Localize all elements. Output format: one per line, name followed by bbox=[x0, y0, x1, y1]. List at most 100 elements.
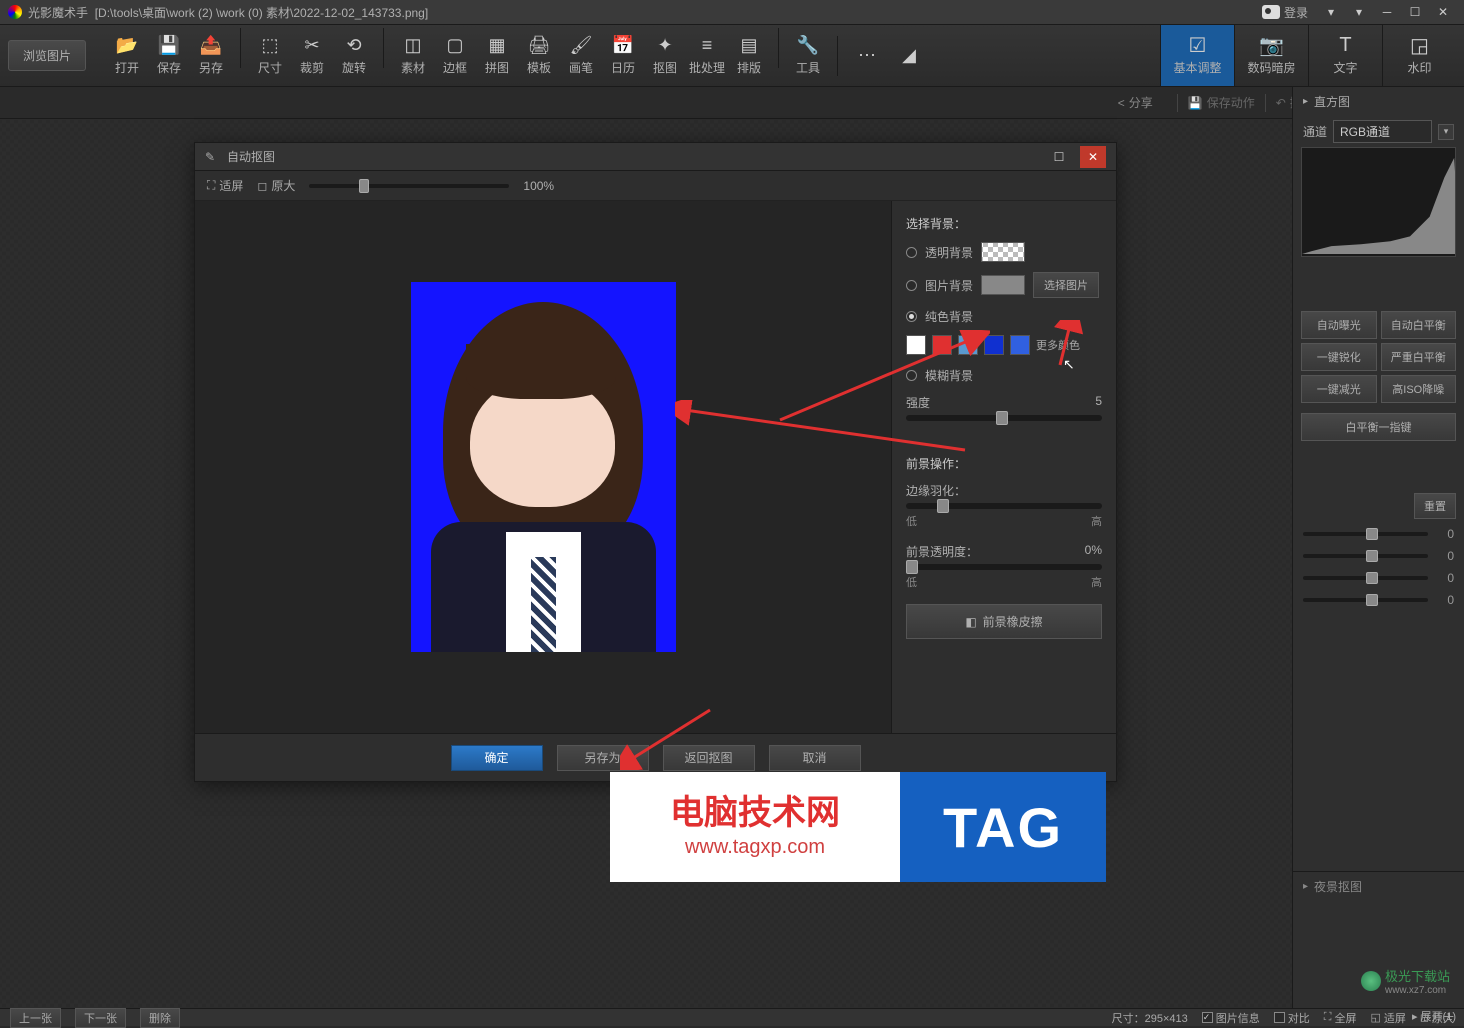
radio-icon bbox=[906, 311, 917, 322]
auto-btn[interactable]: 一键锐化 bbox=[1301, 343, 1377, 371]
channel-select[interactable]: RGB通道 bbox=[1333, 120, 1432, 143]
auto-cutout-dialog: ✎ 自动抠图 ☐ ✕ ⛶适屏 ◻原大 100% 选择背景： 透明背景 bbox=[194, 142, 1117, 782]
tab-darkroom[interactable]: 📷数码暗房 bbox=[1234, 25, 1308, 86]
dialog-side-panel: 选择背景： 透明背景 图片背景 选择图片 纯色背景 更多颜色 模糊背景 bbox=[891, 201, 1116, 733]
back-button[interactable]: 返回抠图 bbox=[663, 745, 755, 771]
tool-collage[interactable]: ▦拼图 bbox=[476, 28, 518, 84]
tab-text[interactable]: T文字 bbox=[1308, 25, 1382, 86]
zoom-slider[interactable] bbox=[309, 184, 509, 188]
tool-batch[interactable]: ≡批处理 bbox=[686, 28, 728, 84]
color-swatch[interactable] bbox=[958, 335, 978, 355]
ok-button[interactable]: 确定 bbox=[451, 745, 543, 771]
calendar-icon: 📅 bbox=[613, 35, 633, 55]
compare-toggle[interactable]: 对比 bbox=[1274, 1010, 1310, 1026]
feather-slider[interactable] bbox=[906, 503, 1102, 509]
auto-btn[interactable]: 自动曝光 bbox=[1301, 311, 1377, 339]
fit-screen-button[interactable]: ⛶适屏 bbox=[207, 177, 243, 194]
adjustment-slider[interactable]: 0 bbox=[1293, 567, 1464, 589]
rotate-icon: ⟲ bbox=[344, 35, 364, 55]
corner-watermark: 极光下载站 www.xz7.com bbox=[1361, 966, 1450, 996]
cancel-button[interactable]: 取消 bbox=[769, 745, 861, 771]
accordion-night[interactable]: 夜景抠图 bbox=[1293, 871, 1464, 901]
tool-cutout[interactable]: ✦抠图 bbox=[644, 28, 686, 84]
dialog-titlebar[interactable]: ✎ 自动抠图 ☐ ✕ bbox=[195, 143, 1116, 171]
adjustment-slider[interactable]: 0 bbox=[1293, 523, 1464, 545]
bg-transparent-option[interactable]: 透明背景 bbox=[906, 242, 1102, 262]
histogram bbox=[1301, 147, 1456, 257]
tab-adjust[interactable]: ☑基本调整 bbox=[1160, 25, 1234, 86]
crop-icon: ✂ bbox=[302, 35, 322, 55]
cutout-icon: ✦ bbox=[655, 35, 675, 55]
dropdown-button[interactable]: ▾ bbox=[1346, 1, 1372, 23]
color-swatch[interactable] bbox=[984, 335, 1004, 355]
tool-tools[interactable]: 🔧工具 bbox=[787, 28, 829, 84]
tool-assets[interactable]: ◫素材 bbox=[392, 28, 434, 84]
original-size-button[interactable]: ◻原大 bbox=[257, 177, 295, 194]
zoom-value: 100% bbox=[523, 179, 554, 193]
pin-button[interactable]: ▾ bbox=[1318, 1, 1344, 23]
minimize-button[interactable]: ─ bbox=[1374, 1, 1400, 23]
channel-dropdown[interactable]: ▾ bbox=[1438, 124, 1454, 140]
tool-brush[interactable]: 🖌画笔 bbox=[560, 28, 602, 84]
login-button[interactable]: 登录 bbox=[1262, 4, 1308, 21]
more-tools[interactable]: ⋯ bbox=[846, 28, 888, 84]
disk-icon: 💾 bbox=[1188, 96, 1203, 110]
adjustment-slider[interactable]: 0 bbox=[1293, 545, 1464, 567]
opacity-value: 0% bbox=[1085, 543, 1102, 560]
expand-panel-button[interactable]: ▸ 展开(1) bbox=[1412, 1008, 1456, 1024]
save-action-button[interactable]: 💾保存动作 bbox=[1188, 94, 1255, 111]
dialog-canvas[interactable] bbox=[195, 201, 891, 733]
opacity-slider[interactable] bbox=[906, 564, 1102, 570]
color-swatch[interactable] bbox=[932, 335, 952, 355]
dialog-toolbar: ⛶适屏 ◻原大 100% bbox=[195, 171, 1116, 201]
tool-crop[interactable]: ✂裁剪 bbox=[291, 28, 333, 84]
tool-open[interactable]: 📂打开 bbox=[106, 28, 148, 84]
fit-button[interactable]: ◱适屏 bbox=[1370, 1010, 1405, 1026]
intensity-slider[interactable] bbox=[906, 415, 1102, 421]
wb-picker-button[interactable]: 白平衡一指键 bbox=[1301, 413, 1456, 441]
next-image-button[interactable]: 下一张 bbox=[75, 1008, 126, 1028]
dialog-close-button[interactable]: ✕ bbox=[1080, 146, 1106, 168]
adjustment-slider[interactable]: 0 bbox=[1293, 589, 1464, 611]
more-colors-link[interactable]: 更多颜色 bbox=[1036, 337, 1080, 353]
cursor-icon: ↖ bbox=[1063, 356, 1075, 373]
auto-btn[interactable]: 严重白平衡 bbox=[1381, 343, 1457, 371]
saveas-icon: 📤 bbox=[201, 35, 221, 55]
tool-saveas[interactable]: 📤另存 bbox=[190, 28, 232, 84]
tool-rotate[interactable]: ⟲旋转 bbox=[333, 28, 375, 84]
histogram-header[interactable]: 直方图 bbox=[1293, 87, 1464, 116]
tool-calendar[interactable]: 📅日历 bbox=[602, 28, 644, 84]
fullscreen-button[interactable]: ⛶全屏 bbox=[1324, 1010, 1357, 1026]
auto-btn[interactable]: 自动白平衡 bbox=[1381, 311, 1457, 339]
dropper-tool[interactable]: ◢ bbox=[888, 28, 930, 84]
delete-button[interactable]: 删除 bbox=[140, 1008, 180, 1028]
browse-images-button[interactable]: 浏览图片 bbox=[8, 40, 86, 71]
close-button[interactable]: ✕ bbox=[1430, 1, 1456, 23]
tool-resize[interactable]: ⬚尺寸 bbox=[249, 28, 291, 84]
tool-save[interactable]: 💾保存 bbox=[148, 28, 190, 84]
color-swatch[interactable] bbox=[1010, 335, 1030, 355]
image-info-toggle[interactable]: 图片信息 bbox=[1202, 1010, 1260, 1026]
auto-btn[interactable]: 高ISO降噪 bbox=[1381, 375, 1457, 403]
reset-button[interactable]: 重置 bbox=[1414, 493, 1456, 519]
eraser-button[interactable]: ◧前景橡皮擦 bbox=[906, 604, 1102, 639]
share-button[interactable]: <分享 bbox=[1118, 94, 1153, 111]
bg-image-option[interactable]: 图片背景 选择图片 bbox=[906, 272, 1102, 298]
expand-icon: ⛶ bbox=[1324, 1011, 1332, 1024]
saveas-button[interactable]: 另存为 bbox=[557, 745, 649, 771]
bg-section-label: 选择背景： bbox=[906, 215, 1102, 232]
tab-watermark[interactable]: ◲水印 bbox=[1382, 25, 1456, 86]
auto-btn[interactable]: 一键减光 bbox=[1301, 375, 1377, 403]
tool-template[interactable]: 🖨模板 bbox=[518, 28, 560, 84]
batch-icon: ≡ bbox=[697, 35, 717, 55]
radio-icon bbox=[906, 280, 917, 291]
tool-layout[interactable]: ▤排版 bbox=[728, 28, 770, 84]
select-image-button[interactable]: 选择图片 bbox=[1033, 272, 1099, 298]
maximize-button[interactable]: ☐ bbox=[1402, 1, 1428, 23]
bg-solid-option[interactable]: 纯色背景 bbox=[906, 308, 1102, 325]
radio-icon bbox=[906, 370, 917, 381]
prev-image-button[interactable]: 上一张 bbox=[10, 1008, 61, 1028]
color-swatch[interactable] bbox=[906, 335, 926, 355]
tool-frame[interactable]: ▢边框 bbox=[434, 28, 476, 84]
dialog-maximize-button[interactable]: ☐ bbox=[1046, 146, 1072, 168]
